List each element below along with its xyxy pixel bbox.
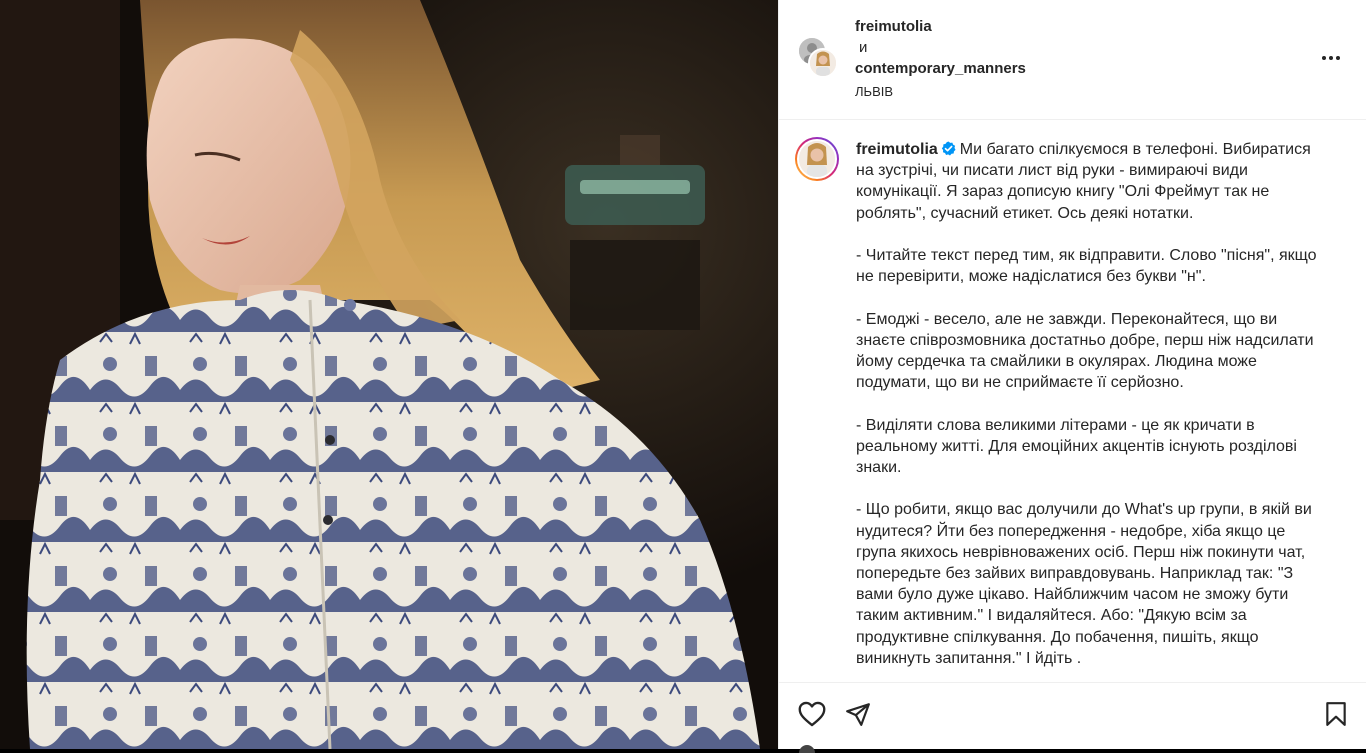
caption-body: freimutolia Ми багато спілкуємося в теле…	[856, 139, 1326, 669]
more-options-button[interactable]	[1319, 46, 1343, 70]
caption-section: freimutolia Ми багато спілкуємося в теле…	[779, 121, 1366, 681]
partial-avatar	[799, 745, 815, 753]
bookmark-icon	[1326, 702, 1346, 726]
action-bar	[779, 682, 1366, 753]
verified-badge-icon	[941, 141, 956, 156]
save-button[interactable]	[1321, 699, 1351, 729]
caption-text: Ми багато спілкуємося в телефоні. Вибира…	[856, 141, 1317, 667]
avatar-freimutolia[interactable]	[808, 48, 838, 78]
avatar-image	[799, 141, 835, 177]
post-header-text: freimutolia и contemporary_manners ЛЬВІВ	[855, 16, 1026, 102]
author-username[interactable]: freimutolia	[855, 16, 1026, 37]
avatar-freimutolia	[797, 139, 837, 179]
post-photo[interactable]	[0, 0, 778, 749]
collab-connector: и	[859, 39, 868, 56]
collab-username[interactable]: contemporary_manners	[855, 58, 1026, 79]
like-button[interactable]	[797, 699, 827, 729]
post-header: freimutolia и contemporary_manners ЛЬВІВ	[779, 0, 1366, 120]
heart-icon	[798, 701, 826, 727]
collab-avatars[interactable]	[797, 36, 841, 80]
instagram-post: freimutolia и contemporary_manners ЛЬВІВ	[0, 0, 1366, 753]
location-link[interactable]: ЛЬВІВ	[855, 81, 1026, 102]
avatar-image	[810, 50, 836, 76]
more-horizontal-icon	[1322, 56, 1340, 60]
paper-plane-icon	[846, 703, 870, 726]
share-button[interactable]	[843, 699, 873, 729]
caption-username[interactable]: freimutolia	[856, 141, 938, 158]
caption-author-avatar[interactable]	[795, 137, 839, 181]
photo-illustration	[0, 0, 778, 749]
post-details-panel: freimutolia и contemporary_manners ЛЬВІВ	[778, 0, 1366, 753]
